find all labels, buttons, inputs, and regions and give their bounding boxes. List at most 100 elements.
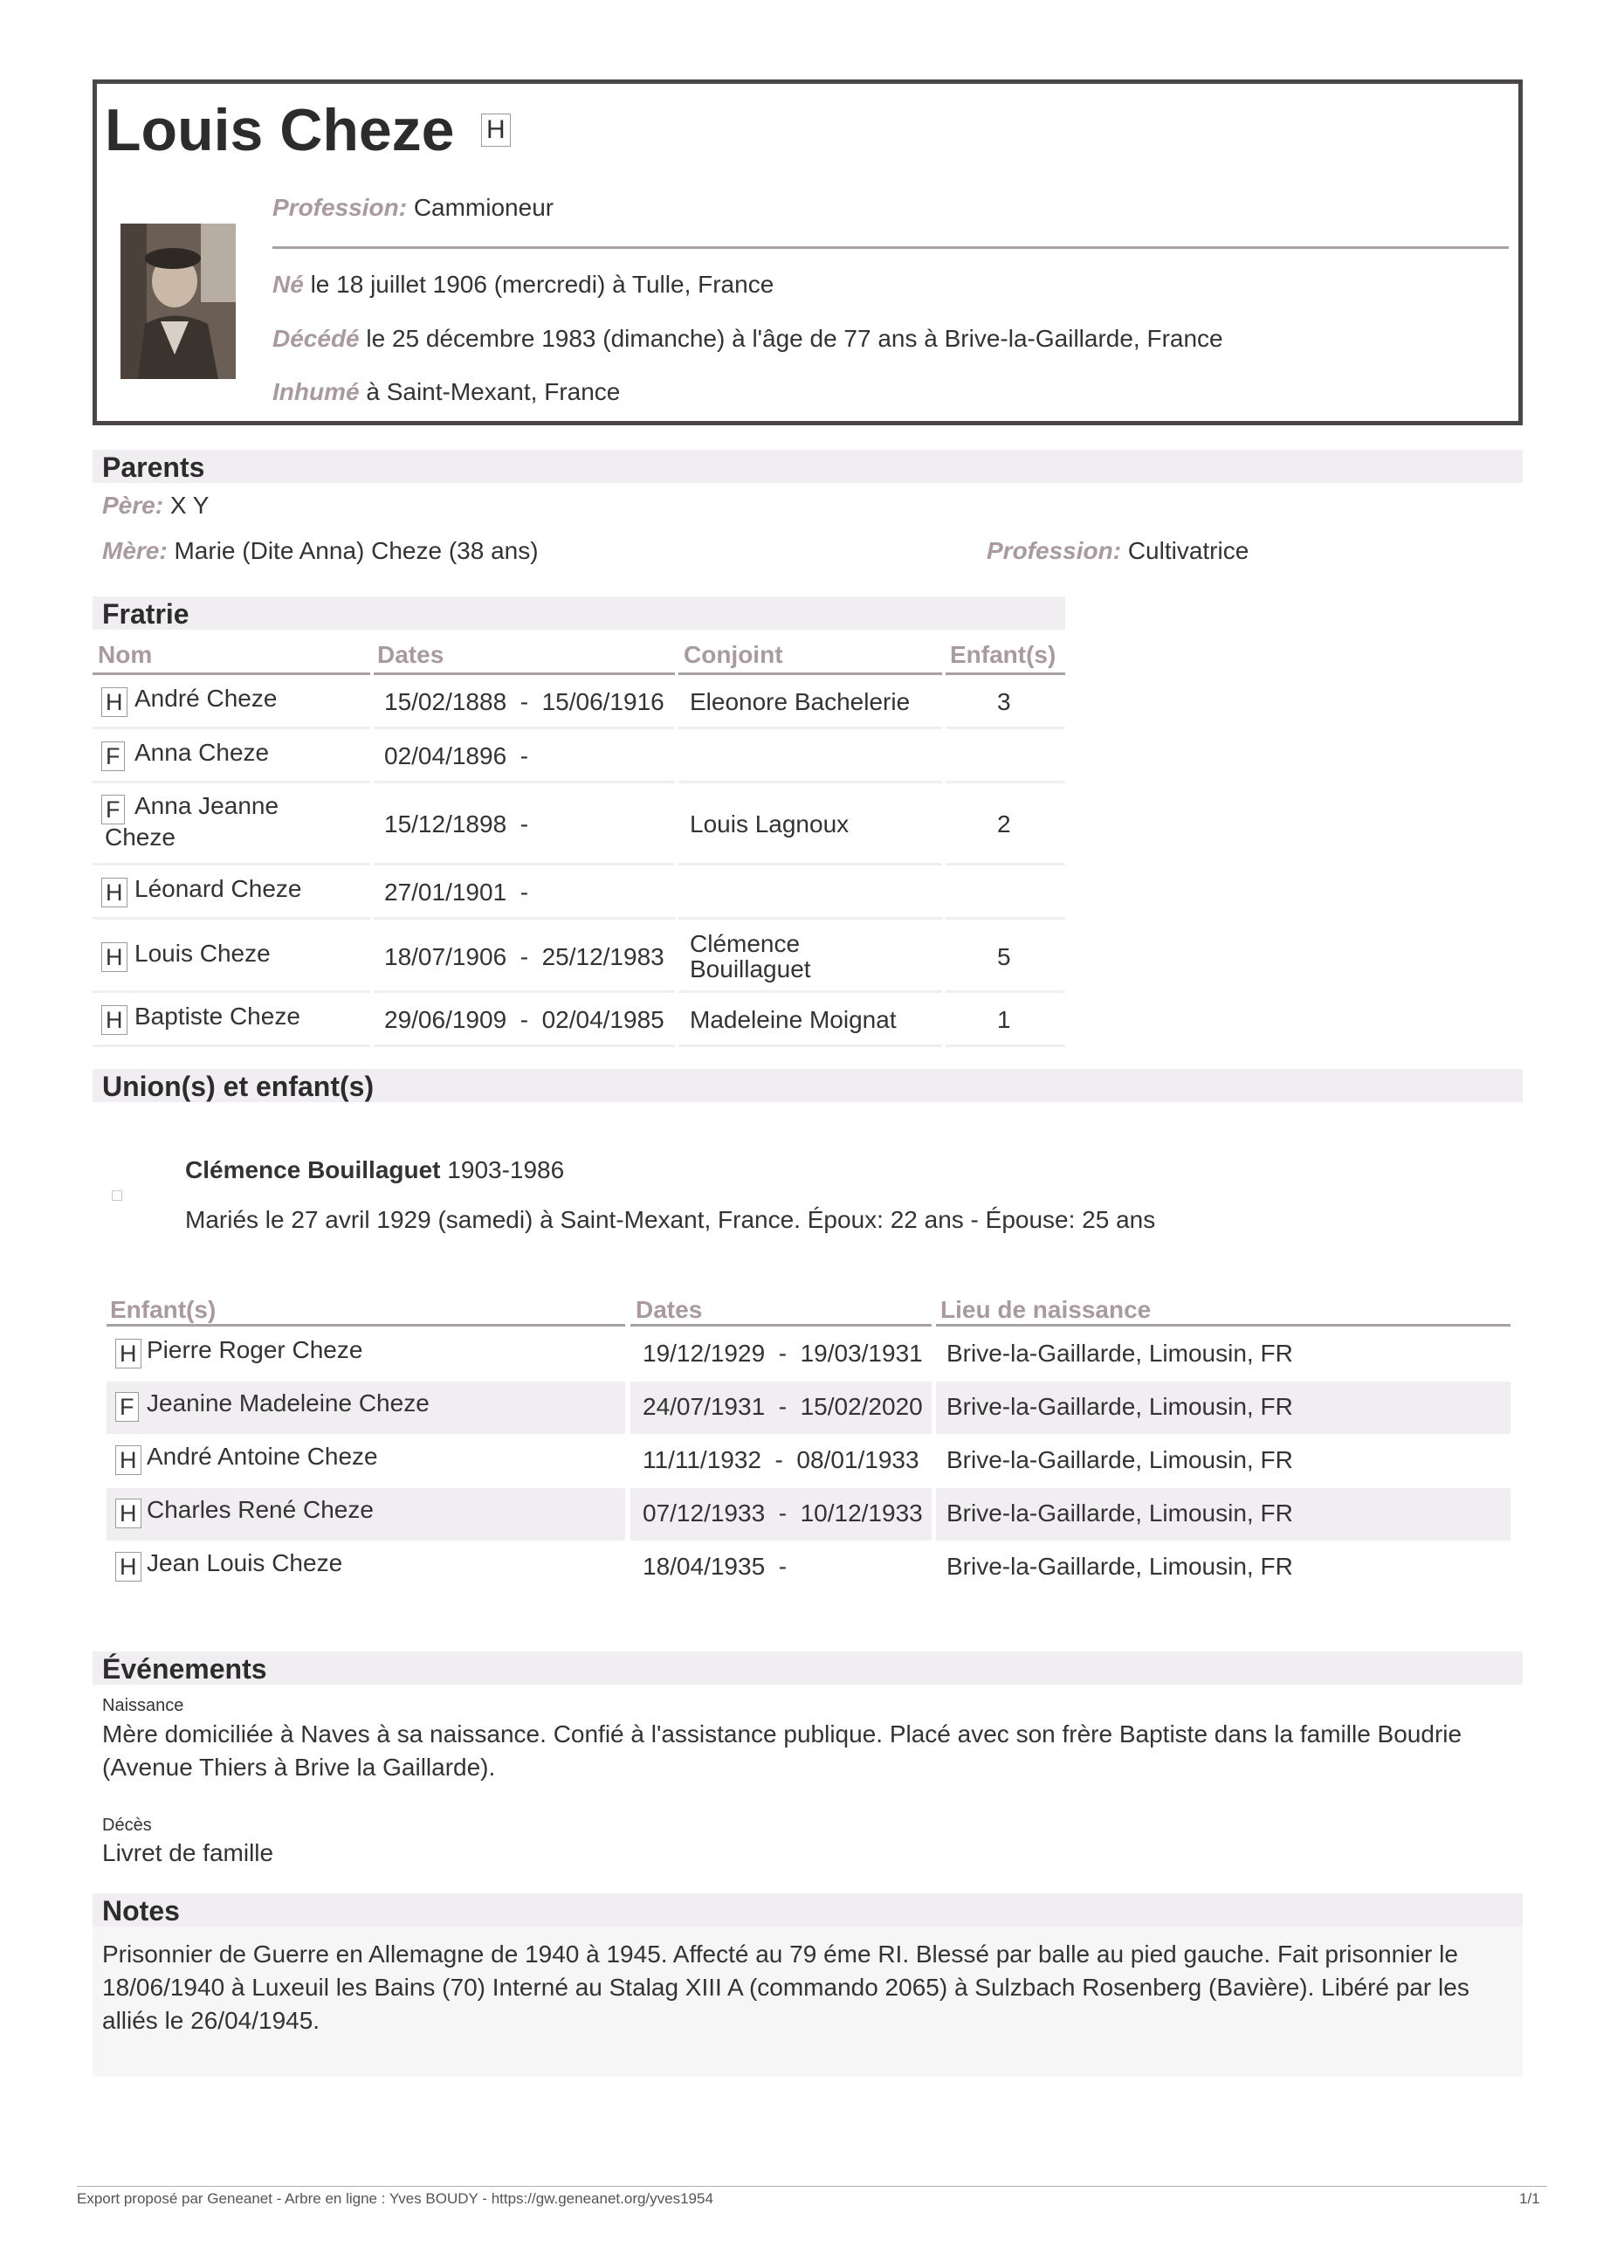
child-row[interactable]: H André Antoine Cheze 11/11/1932 - 08/01… bbox=[107, 1435, 1510, 1487]
child-name[interactable]: Pierre Roger Cheze bbox=[147, 1336, 362, 1364]
child-name[interactable]: Jeanine Madeleine Cheze bbox=[147, 1389, 430, 1417]
sibling-dates: 18/07/1906 - 25/12/1983 bbox=[384, 943, 664, 970]
sibling-children-count: 1 bbox=[997, 1006, 1011, 1033]
fratrie-header-dates: Dates bbox=[377, 641, 444, 668]
event-text: (Avenue Thiers à Brive la Gaillarde). bbox=[102, 1754, 496, 1781]
sibling-dates: 02/04/1896 - bbox=[384, 742, 529, 769]
child-name[interactable]: Charles René Cheze bbox=[147, 1496, 374, 1524]
sex-badge: F bbox=[115, 1392, 139, 1422]
fratrie-row[interactable]: F Anna Jeanne Cheze 15/12/1898 - Louis L… bbox=[93, 785, 1065, 865]
birth-label: Né bbox=[272, 271, 304, 298]
profession-line: Profession: Cammioneur bbox=[272, 194, 554, 222]
sex-badge: H bbox=[101, 687, 127, 717]
notes-text: 18/06/1940 à Luxeuil les Bains (70) Inte… bbox=[102, 1974, 1469, 2001]
page-number: 1/1 bbox=[1519, 2190, 1540, 2207]
events-section-bar bbox=[93, 1651, 1523, 1685]
marriage-text: Mariés le 27 avril 1929 (samedi) à Saint… bbox=[185, 1206, 1156, 1233]
sibling-children-count: 5 bbox=[997, 943, 1011, 970]
events-title: Événements bbox=[102, 1653, 267, 1685]
fratrie-row[interactable]: H Baptiste Cheze 29/06/1909 - 02/04/1985… bbox=[93, 995, 1065, 1047]
child-birthplace: Brive-la-Gaillarde, Limousin, FR bbox=[946, 1393, 1293, 1420]
fratrie-header-rule bbox=[946, 672, 1065, 675]
notes-text: Prisonnier de Guerre en Allemagne de 194… bbox=[102, 1941, 1458, 1968]
fratrie-row[interactable]: H André Cheze 15/02/1888 - 15/06/1916 El… bbox=[93, 677, 1065, 729]
sibling-name-cont[interactable]: Cheze bbox=[105, 824, 175, 851]
sex-badge: F bbox=[101, 741, 125, 771]
burial-text: à Saint-Mexant, France bbox=[366, 378, 621, 405]
child-name[interactable]: André Antoine Cheze bbox=[147, 1443, 378, 1471]
footer-divider bbox=[77, 2186, 1547, 2187]
death-line: Décédé le 25 décembre 1983 (dimanche) à … bbox=[272, 325, 1223, 353]
sibling-name[interactable]: Anna Cheze bbox=[134, 739, 269, 767]
sibling-name[interactable]: Anna Jeanne bbox=[134, 792, 279, 820]
children-header-dates: Dates bbox=[636, 1296, 703, 1323]
parents-section-bar bbox=[93, 450, 1523, 483]
child-dates: 18/04/1935 - bbox=[643, 1553, 788, 1580]
event-label: Naissance bbox=[102, 1696, 184, 1715]
mother-profession-value: Cultivatrice bbox=[1127, 537, 1249, 564]
fratrie-section-bar bbox=[93, 596, 1065, 630]
sibling-spouse[interactable]: Eleonore Bachelerie bbox=[690, 688, 910, 716]
event-label: Décès bbox=[102, 1816, 152, 1835]
sibling-name[interactable]: André Cheze bbox=[134, 685, 277, 713]
sibling-spouse-cont[interactable]: Bouillaguet bbox=[690, 955, 811, 983]
fratrie-row[interactable]: F Anna Cheze 02/04/1896 - bbox=[93, 731, 1065, 783]
notes-text: alliés le 26/04/1945. bbox=[102, 2007, 320, 2034]
sibling-dates: 27/01/1901 - bbox=[384, 879, 529, 906]
burial-label: Inhumé bbox=[272, 378, 360, 405]
child-name[interactable]: Jean Louis Cheze bbox=[147, 1549, 342, 1577]
unions-title: Union(s) et enfant(s) bbox=[102, 1071, 375, 1102]
children-header-rule bbox=[107, 1324, 625, 1327]
fratrie-row[interactable]: H Léonard Cheze 27/01/1901 - bbox=[93, 867, 1065, 920]
profession-label: Profession: bbox=[272, 194, 408, 221]
children-header-place: Lieu de naissance bbox=[940, 1296, 1152, 1323]
child-birthplace: Brive-la-Gaillarde, Limousin, FR bbox=[946, 1340, 1293, 1367]
death-label: Décédé bbox=[272, 325, 360, 352]
spouse-photo-placeholder-icon bbox=[112, 1190, 122, 1201]
child-row[interactable]: H Jean Louis Cheze 18/04/1935 - Brive-la… bbox=[107, 1541, 1510, 1594]
footer-credit: Export proposé par Geneanet - Arbre en l… bbox=[77, 2190, 713, 2207]
fratrie-title: Fratrie bbox=[102, 598, 189, 630]
sibling-name[interactable]: Louis Cheze bbox=[134, 940, 271, 968]
sibling-children-count: 2 bbox=[997, 810, 1011, 838]
father-link[interactable]: X Y bbox=[170, 492, 210, 519]
sex-badge: H bbox=[101, 878, 127, 907]
child-dates: 07/12/1933 - 10/12/1933 bbox=[643, 1499, 923, 1527]
child-birthplace: Brive-la-Gaillarde, Limousin, FR bbox=[946, 1553, 1293, 1580]
sex-badge: F bbox=[101, 795, 125, 824]
fratrie-row[interactable]: H Louis Cheze 18/07/1906 - 25/12/1983 Cl… bbox=[93, 921, 1065, 993]
notes-title: Notes bbox=[102, 1895, 180, 1927]
header-divider bbox=[272, 246, 1509, 249]
fratrie-header-spouse: Conjoint bbox=[684, 641, 783, 668]
child-row[interactable]: H Charles René Cheze 07/12/1933 - 10/12/… bbox=[107, 1488, 1510, 1541]
sibling-spouse[interactable]: Clémence bbox=[690, 930, 800, 958]
child-birthplace: Brive-la-Gaillarde, Limousin, FR bbox=[946, 1446, 1293, 1473]
sex-badge: H bbox=[115, 1445, 141, 1475]
sibling-spouse[interactable]: Madeleine Moignat bbox=[690, 1006, 897, 1034]
portrait-image bbox=[120, 224, 236, 379]
mother-link[interactable]: Marie (Dite Anna) Cheze (38 ans) bbox=[174, 537, 538, 564]
sex-badge: H bbox=[101, 1005, 127, 1035]
sibling-dates: 15/12/1898 - bbox=[384, 810, 529, 838]
sibling-dates: 29/06/1909 - 02/04/1985 bbox=[384, 1006, 664, 1033]
child-row[interactable]: F Jeanine Madeleine Cheze 24/07/1931 - 1… bbox=[107, 1382, 1510, 1434]
sex-badge: H bbox=[101, 942, 127, 972]
birth-text: le 18 juillet 1906 (mercredi) à Tulle, F… bbox=[310, 271, 774, 298]
death-text: le 25 décembre 1983 (dimanche) à l'âge d… bbox=[366, 325, 1223, 352]
father-label: Père: bbox=[102, 492, 164, 519]
sibling-spouse[interactable]: Louis Lagnoux bbox=[690, 810, 849, 838]
sex-badge: H bbox=[115, 1499, 141, 1528]
sex-badge: H bbox=[115, 1552, 141, 1582]
child-birthplace: Brive-la-Gaillarde, Limousin, FR bbox=[946, 1499, 1293, 1527]
sibling-dates: 15/02/1888 - 15/06/1916 bbox=[384, 688, 664, 715]
sibling-name[interactable]: Léonard Cheze bbox=[134, 875, 301, 903]
spouse-name-link[interactable]: Clémence Bouillaguet bbox=[185, 1156, 441, 1183]
person-photo[interactable] bbox=[120, 224, 236, 379]
sibling-children-count: 3 bbox=[997, 688, 1011, 715]
mother-line: Mère: Marie (Dite Anna) Cheze (38 ans) bbox=[102, 537, 539, 565]
sibling-name[interactable]: Baptiste Cheze bbox=[134, 1003, 300, 1031]
birth-line: Né le 18 juillet 1906 (mercredi) à Tulle… bbox=[272, 271, 774, 299]
person-sex-badge: H bbox=[481, 114, 511, 147]
fratrie-header-rule bbox=[374, 672, 675, 675]
child-row[interactable]: H Pierre Roger Cheze 19/12/1929 - 19/03/… bbox=[107, 1328, 1510, 1381]
